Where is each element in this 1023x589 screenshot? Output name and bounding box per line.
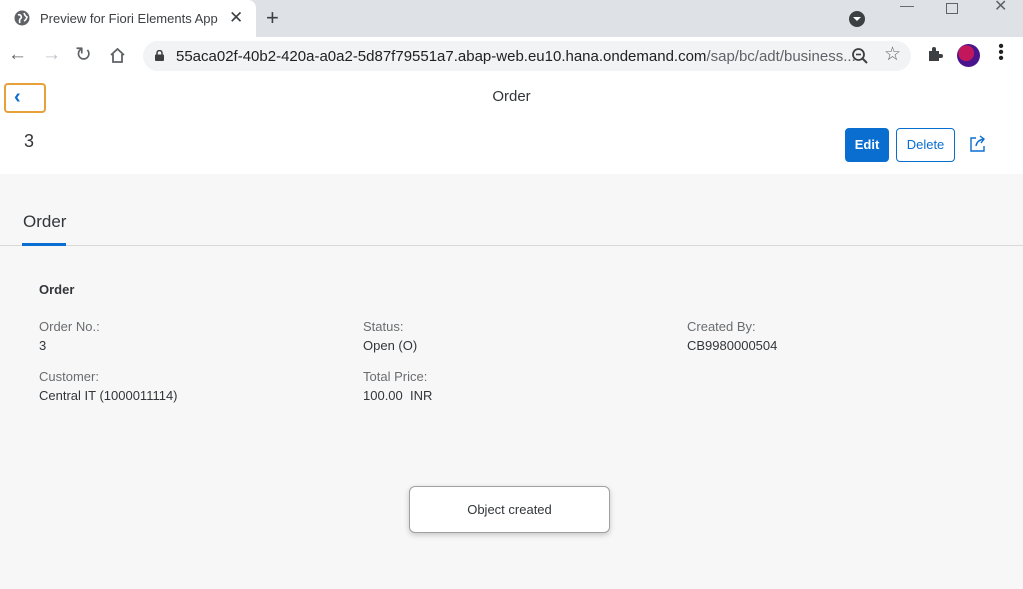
status-value: Open (O) <box>363 338 418 353</box>
edit-button[interactable]: Edit <box>845 128 889 162</box>
total-price-value: 100.00 INR <box>363 388 433 403</box>
browser-tab[interactable]: Preview for Fiori Elements App ✕ <box>0 0 256 37</box>
section-title: Order <box>39 282 75 297</box>
maximize-icon[interactable] <box>946 3 958 14</box>
menu-icon[interactable]: • • • <box>998 39 1004 67</box>
window-close-icon[interactable]: ✕ <box>994 0 1007 15</box>
back-arrow-icon[interactable]: ← <box>8 45 27 65</box>
home-icon[interactable] <box>109 47 126 64</box>
tab-close-icon[interactable]: ✕ <box>229 8 243 28</box>
order-no-label: Order No.: <box>39 319 100 334</box>
created-by-value: CB9980000504 <box>687 338 778 353</box>
zoom-icon[interactable] <box>851 47 869 65</box>
forward-arrow-icon[interactable]: → <box>42 45 61 65</box>
app-header: ‹ Order <box>0 75 1023 118</box>
tab-selected-indicator <box>22 243 66 246</box>
delete-button[interactable]: Delete <box>896 128 955 162</box>
order-no-value: 3 <box>39 338 47 353</box>
tab-search-icon[interactable] <box>849 11 865 27</box>
object-header: 3 Edit Delete <box>0 118 1023 174</box>
anchor-bar: Order <box>0 174 1023 246</box>
extensions-icon[interactable] <box>926 45 944 63</box>
customer-label: Customer: <box>39 369 99 384</box>
page-title: Order <box>492 88 531 105</box>
status-label: Status: <box>363 319 404 334</box>
reload-icon[interactable]: ↻ <box>75 45 92 65</box>
tab-order[interactable]: Order <box>23 212 66 232</box>
created-by-label: Created By: <box>687 319 756 334</box>
toast-message: Object created <box>409 486 610 533</box>
globe-icon <box>14 10 30 26</box>
browser-tabstrip: Preview for Fiori Elements App ✕ + — ✕ <box>0 0 1023 37</box>
browser-toolbar: ← → ↻ 55aca02f-40b2-420a-a0a2-5d87f79551… <box>0 37 1023 75</box>
minimize-icon[interactable]: — <box>900 0 914 12</box>
object-title: 3 <box>24 131 35 151</box>
address-bar[interactable]: 55aca02f-40b2-420a-a0a2-5d87f79551a7.aba… <box>143 41 911 71</box>
tab-title: Preview for Fiori Elements App <box>40 11 218 26</box>
new-tab-button[interactable]: + <box>266 5 279 31</box>
url-text[interactable]: 55aca02f-40b2-420a-a0a2-5d87f79551a7.aba… <box>176 48 856 65</box>
share-icon[interactable] <box>969 135 987 153</box>
total-price-label: Total Price: <box>363 369 428 384</box>
avatar[interactable] <box>957 44 980 67</box>
lock-icon[interactable] <box>155 50 164 61</box>
customer-value: Central IT (1000011114) <box>39 388 178 403</box>
star-icon[interactable]: ☆ <box>884 43 901 66</box>
